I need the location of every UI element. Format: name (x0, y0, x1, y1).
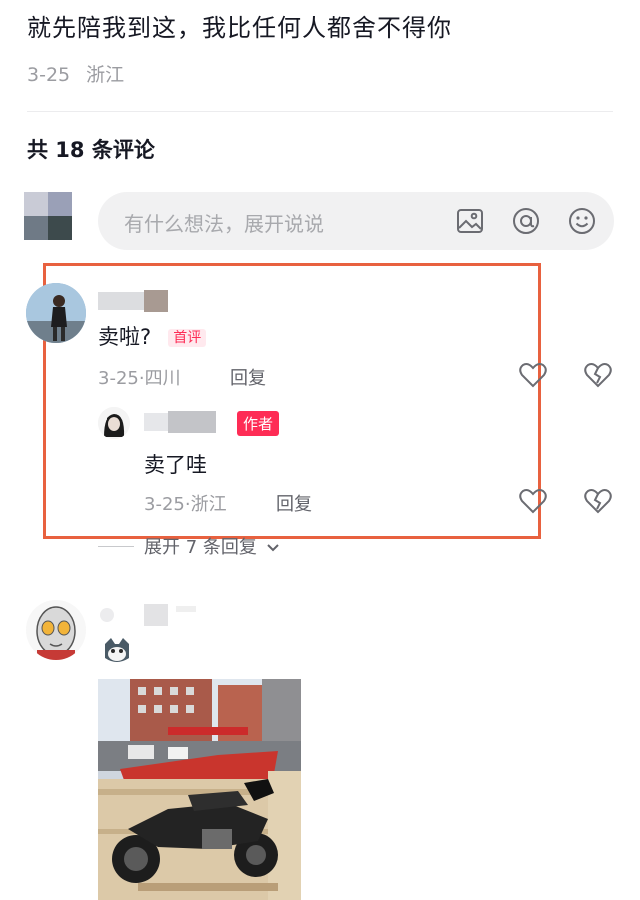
comment-count: 共 18 条评论 (27, 138, 155, 162)
post-meta: 3-25 浙江 (27, 60, 124, 87)
comment-input[interactable]: 有什么想法，展开说说 (98, 192, 614, 250)
sticker-emoji-icon (105, 638, 129, 662)
comment-input-placeholder[interactable]: 有什么想法，展开说说 (124, 208, 324, 237)
comment-date: 3-25· (98, 368, 145, 389)
author-avatar[interactable] (98, 407, 130, 439)
reply-button[interactable]: 回复 (230, 364, 266, 390)
expand-replies-button[interactable]: 展开 7 条回复 (144, 533, 280, 559)
like-heart-icon[interactable] (519, 362, 547, 388)
post-caption: 就先陪我到这，我比任何人都舍不得你 (27, 14, 452, 42)
dislike-broken-heart-icon[interactable] (584, 362, 612, 388)
reply-location: 浙江 (190, 494, 227, 515)
reply-dislike-broken-heart-icon[interactable] (584, 488, 612, 514)
person-photo-icon (26, 283, 86, 343)
author-photo-icon (98, 407, 130, 439)
reply-text: 卖了哇 (144, 453, 207, 477)
motorcycle-photo-icon (98, 679, 301, 900)
divider (27, 111, 613, 112)
my-avatar[interactable] (24, 192, 72, 240)
commenter-name-blurred[interactable] (98, 290, 168, 312)
comment-meta: 3-25·四川 (98, 364, 181, 390)
expand-replies-label[interactable]: 展开 7 条回复 (144, 537, 257, 558)
mention-icon[interactable] (510, 205, 542, 237)
chevron-down-icon (266, 544, 279, 552)
comment-body: 卖啦? 首评 (98, 321, 207, 351)
comment-photo-motorcycle[interactable] (98, 679, 301, 900)
reply-date: 3-25· (144, 494, 191, 515)
commenter2-name-blurred[interactable] (100, 604, 196, 626)
reply-meta: 3-25·浙江 (144, 490, 227, 516)
ultraman-face-icon (26, 600, 86, 660)
expand-divider (98, 546, 134, 547)
post-date: 3-25 (27, 64, 71, 86)
ultraman-avatar[interactable] (26, 600, 86, 660)
reply-to-reply-button[interactable]: 回复 (276, 490, 312, 516)
comment-text: 卖啦? (98, 325, 152, 349)
comment-location: 四川 (144, 368, 181, 389)
commenter-avatar[interactable] (26, 283, 86, 343)
image-icon[interactable] (454, 205, 486, 237)
reply-like-heart-icon[interactable] (519, 488, 547, 514)
post-location: 浙江 (86, 64, 125, 86)
emoji-icon[interactable] (566, 205, 598, 237)
author-name-blurred[interactable] (144, 411, 216, 433)
first-comment-badge: 首评 (168, 329, 207, 347)
author-badge: 作者 (237, 411, 280, 436)
